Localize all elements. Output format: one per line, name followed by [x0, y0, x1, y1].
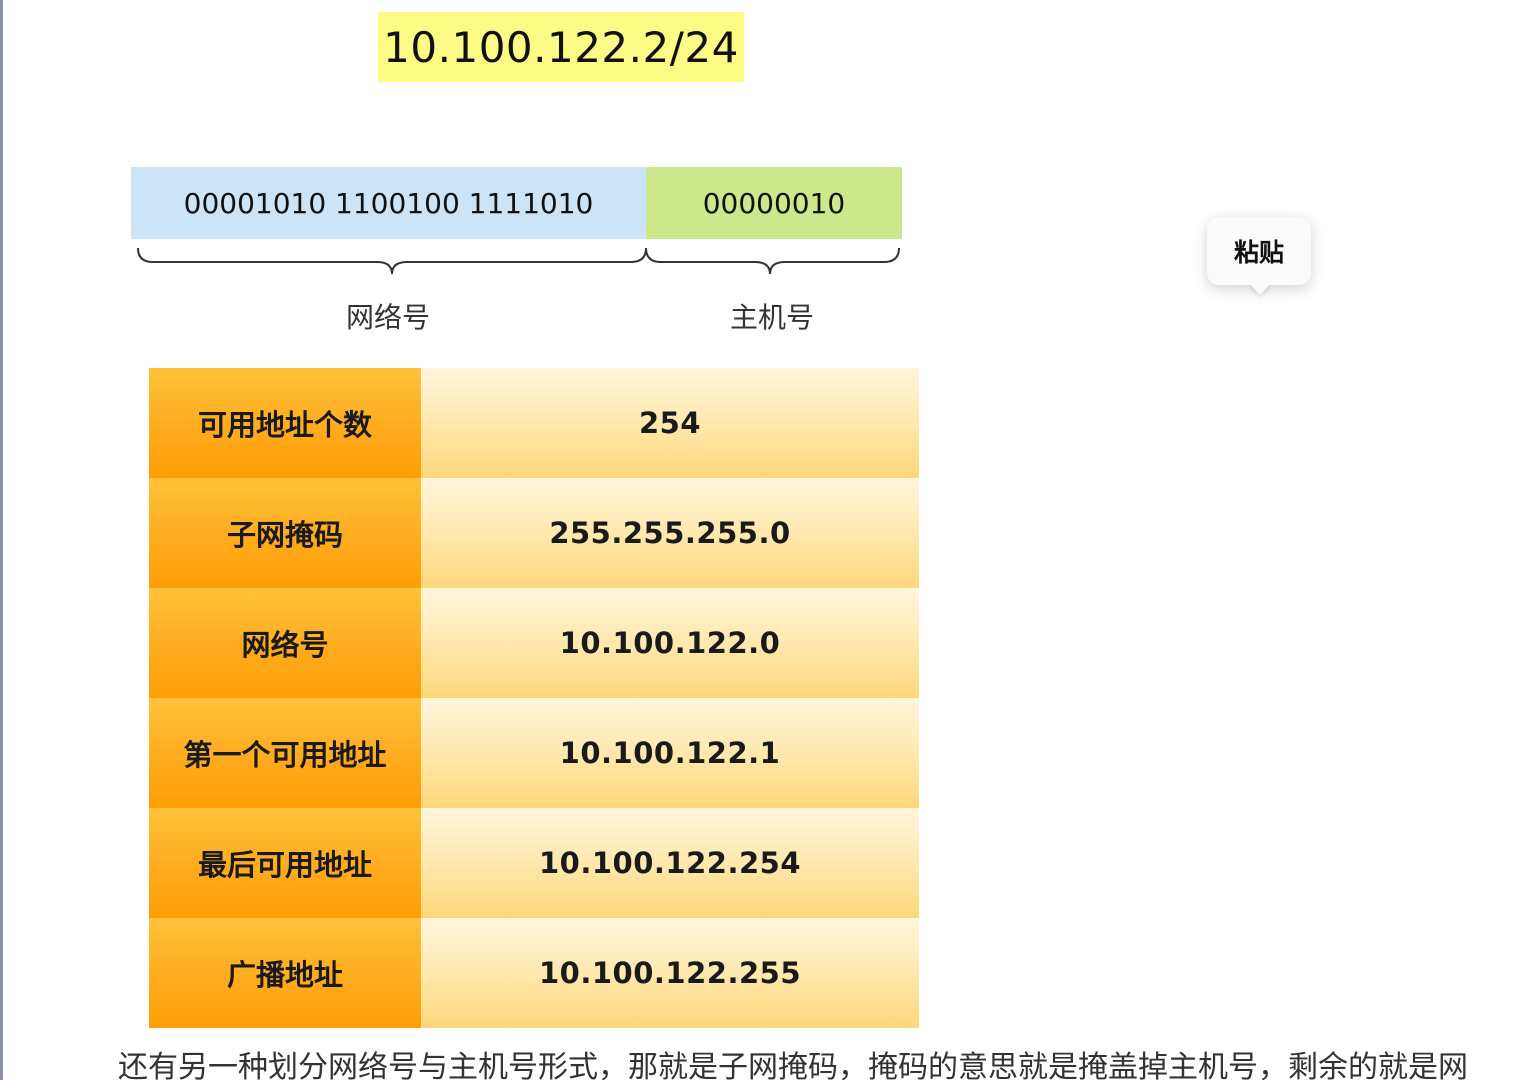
network-number-label: 网络号 — [345, 301, 430, 334]
row-value-available-count: 254 — [421, 368, 919, 478]
host-number-label: 主机号 — [729, 301, 814, 334]
row-value-broadcast-address: 10.100.122.255 — [421, 918, 919, 1028]
table-row: 子网掩码 255.255.255.0 — [149, 478, 919, 588]
paste-popover-arrow — [1249, 283, 1271, 295]
row-value-subnet-mask: 255.255.255.0 — [421, 478, 919, 588]
paste-button[interactable]: 粘贴 — [1207, 217, 1311, 285]
table-row: 第一个可用地址 10.100.122.1 — [149, 698, 919, 808]
row-value-network-number: 10.100.122.0 — [421, 588, 919, 698]
row-key-subnet-mask: 子网掩码 — [149, 478, 421, 588]
table-row: 可用地址个数 254 — [149, 368, 919, 478]
table-row: 广播地址 10.100.122.255 — [149, 918, 919, 1028]
row-key-first-address: 第一个可用地址 — [149, 698, 421, 808]
network-bracket — [137, 247, 647, 275]
subnet-info-table: 可用地址个数 254 子网掩码 255.255.255.0 网络号 10.100… — [149, 368, 919, 1028]
bracket-diagram — [137, 247, 900, 275]
left-border — [0, 0, 3, 1080]
row-value-last-address: 10.100.122.254 — [421, 808, 919, 918]
host-bits-box: 00000010 — [646, 167, 902, 239]
table-row: 最后可用地址 10.100.122.254 — [149, 808, 919, 918]
network-bits-box: 00001010 1100100 1111010 — [131, 167, 646, 239]
table-row: 网络号 10.100.122.0 — [149, 588, 919, 698]
page: 10.100.122.2/24 00001010 1100100 1111010… — [0, 0, 1536, 1080]
row-key-network-number: 网络号 — [149, 588, 421, 698]
ip-cidr-label: 10.100.122.2/24 — [378, 12, 744, 82]
article-paragraph: 还有另一种划分网络号与主机号形式，那就是子网掩码，掩码的意思就是掩盖掉主机号，剩… — [118, 1050, 1468, 1080]
host-bracket — [645, 247, 900, 275]
row-key-available-count: 可用地址个数 — [149, 368, 421, 478]
row-key-broadcast-address: 广播地址 — [149, 918, 421, 1028]
row-key-last-address: 最后可用地址 — [149, 808, 421, 918]
row-value-first-address: 10.100.122.1 — [421, 698, 919, 808]
